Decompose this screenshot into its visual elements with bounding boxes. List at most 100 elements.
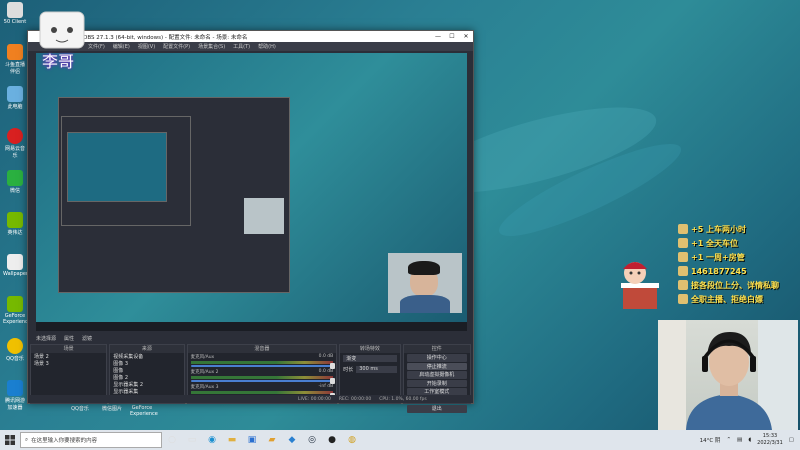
- system-tray: 14°C 阴 ⌃ ▤ ◖ 15:33 2022/3/31 ▢: [700, 433, 800, 447]
- cpu-fps: CPU: 1.0%, 60.00 fps: [379, 396, 427, 402]
- preview-canvas[interactable]: [36, 53, 467, 331]
- action-center-button[interactable]: 操作中心: [406, 354, 467, 362]
- channel-name: 麦克风/Aux 2: [190, 370, 219, 375]
- source-item[interactable]: 视频采集设备: [110, 353, 183, 360]
- desktop-icon[interactable]: 斗鱼直播伴侣: [3, 44, 27, 75]
- desktop-icon[interactable]: GeForce Experience: [3, 296, 31, 325]
- mixer-channel: 麦克风/Aux 0.0 dB: [188, 353, 337, 369]
- desktop-icon[interactable]: 此电脑: [3, 86, 27, 110]
- rabbit-icon: [678, 294, 688, 304]
- file-explorer-icon[interactable]: ▬: [222, 430, 242, 450]
- obs-titlebar[interactable]: OBS 27.1.3 (64-bit, windows) - 配置文件: 未命名…: [28, 31, 473, 42]
- folder-icon[interactable]: ▰: [262, 430, 282, 450]
- no-source-label: 未选择源: [36, 335, 57, 342]
- obs-statusbar: LIVE: 00:00:00 REC: 00:00:00 CPU: 1.0%, …: [28, 395, 473, 403]
- start-button[interactable]: [0, 430, 20, 450]
- badge-icon: [678, 224, 688, 234]
- channel-name: 麦克风/Aux: [190, 355, 215, 360]
- desktop-icon[interactable]: Wallpaper: [3, 254, 28, 277]
- nested-obs-window: [61, 116, 191, 226]
- maximize-icon[interactable]: ☐: [445, 33, 459, 40]
- badge-icon: [678, 252, 688, 262]
- overlay-line: 1461877245: [678, 264, 796, 278]
- time: 15:33: [762, 433, 778, 439]
- transition-select[interactable]: 渐变: [343, 355, 397, 362]
- windows-icon: [5, 435, 15, 445]
- edge-icon[interactable]: ◉: [202, 430, 222, 450]
- qq-icon[interactable]: ◆: [282, 430, 302, 450]
- volume-meter: [190, 361, 334, 364]
- notification-icon[interactable]: ▢: [789, 437, 794, 443]
- desktop-icon[interactable]: 微信: [3, 170, 27, 194]
- volume-meter: [190, 391, 334, 394]
- accelerator-icon: [7, 380, 23, 396]
- source-item[interactable]: 图像 3: [110, 360, 183, 367]
- date: 2022/3/31: [757, 440, 783, 446]
- desktop-icon[interactable]: 腾讯网游加速器: [3, 380, 27, 411]
- wechat-icon: [7, 170, 23, 186]
- source-item[interactable]: 图像 2: [110, 374, 183, 381]
- stop-streaming-button[interactable]: 停止推流: [406, 362, 467, 370]
- desktop-icon[interactable]: QQ音乐: [3, 338, 27, 362]
- close-icon[interactable]: ✕: [459, 33, 473, 40]
- steam-icon[interactable]: ◎: [302, 430, 322, 450]
- desktop-icons: 50 Client 斗鱼直播伴侣 此电脑 网易云音乐 微信 英伟达 Wallpa…: [0, 0, 31, 420]
- mascot-icon: [621, 262, 659, 309]
- desktop-icon[interactable]: 英伟达: [3, 212, 27, 236]
- volume-slider[interactable]: [190, 363, 335, 369]
- webcam-feed: [658, 320, 798, 430]
- obs-window[interactable]: OBS 27.1.3 (64-bit, windows) - 配置文件: 未命名…: [27, 30, 474, 413]
- start-recording-button[interactable]: 开始录制: [406, 379, 467, 387]
- nested-webcam: [244, 198, 284, 234]
- source-item[interactable]: 显示器采集 2: [110, 381, 183, 388]
- desktop-icon[interactable]: 50 Client: [3, 2, 27, 25]
- volume-icon[interactable]: ◖: [748, 437, 751, 443]
- file-icon: [7, 254, 23, 270]
- duration-input[interactable]: 300 ms: [356, 366, 397, 373]
- source-toolbar: 未选择源 属性 滤镜: [36, 333, 467, 343]
- dock-header: 混音器: [187, 345, 337, 353]
- desktop-icon[interactable]: 网易云音乐: [3, 128, 27, 159]
- scene-item[interactable]: 场景 3: [31, 360, 106, 367]
- exit-button[interactable]: 退出: [406, 405, 467, 413]
- cortana-icon[interactable]: ○: [162, 430, 182, 450]
- network-icon[interactable]: ▤: [737, 437, 742, 443]
- menu-edit[interactable]: 编辑(E): [113, 43, 130, 50]
- dock-header: 转场特效: [340, 345, 400, 353]
- weather[interactable]: 14°C 阴: [700, 436, 721, 444]
- virtual-camera-button[interactable]: 启动虚拟摄像机: [406, 371, 467, 379]
- qq-music-icon: [7, 338, 23, 354]
- streamer-webcam: [686, 332, 772, 430]
- dock-header: 场景: [31, 345, 107, 353]
- search-placeholder: 在这里输入你要搜索的内容: [31, 438, 98, 444]
- menu-view[interactable]: 视图(V): [138, 43, 155, 50]
- source-item[interactable]: 图像: [110, 367, 183, 374]
- menu-profile[interactable]: 配置文件(P): [163, 43, 190, 50]
- obs-icon[interactable]: ●: [322, 430, 342, 450]
- task-view-icon[interactable]: ▭: [182, 430, 202, 450]
- menu-scene-collection[interactable]: 场景集合(S): [198, 43, 225, 50]
- scene-item[interactable]: 场景 2: [31, 353, 106, 360]
- nested-obs-window: [67, 132, 167, 202]
- source-item[interactable]: 显示器采集: [110, 388, 183, 395]
- app-icon[interactable]: ◍: [342, 430, 362, 450]
- menu-tools[interactable]: 工具(T): [233, 43, 250, 50]
- channel-db: -inf dB: [318, 384, 334, 389]
- nested-obs-window: [58, 97, 290, 293]
- filters-button[interactable]: 滤镜: [82, 335, 92, 342]
- clock[interactable]: 15:33 2022/3/31: [757, 433, 783, 447]
- menu-bar: 文件(F) 编辑(E) 视图(V) 配置文件(P) 场景集合(S) 工具(T) …: [28, 42, 473, 51]
- tray-arrow-icon[interactable]: ⌃: [726, 437, 731, 443]
- menu-file[interactable]: 文件(F): [88, 43, 105, 50]
- duration-label: 时长: [343, 367, 354, 373]
- music-icon: [7, 128, 23, 144]
- taskbar-search[interactable]: ⌕ 在这里输入你要搜索的内容: [20, 432, 162, 448]
- badge-icon: [678, 238, 688, 248]
- rabbit-icon: [678, 280, 688, 290]
- properties-button[interactable]: 属性: [64, 335, 74, 342]
- minimize-icon[interactable]: —: [431, 33, 445, 40]
- preview-webcam: [388, 253, 462, 313]
- store-icon[interactable]: ▣: [242, 430, 262, 450]
- volume-slider[interactable]: [190, 378, 335, 384]
- menu-help[interactable]: 帮助(H): [258, 43, 276, 50]
